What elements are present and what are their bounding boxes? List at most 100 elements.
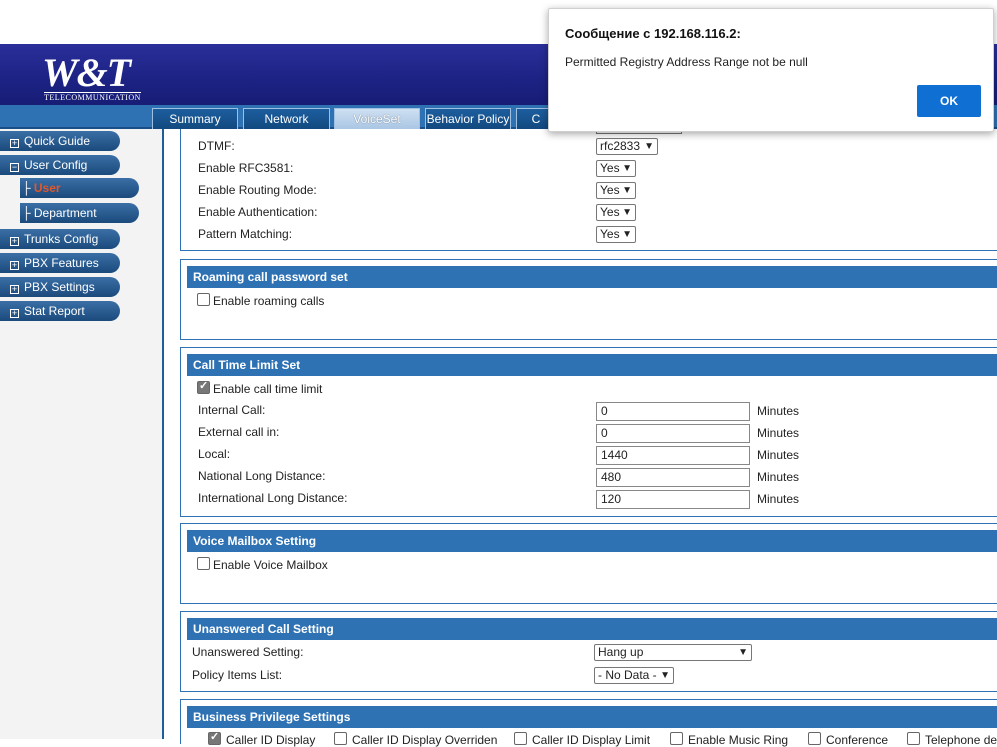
tab-network[interactable]: Network: [243, 108, 330, 129]
rfc3581-label: Enable RFC3581:: [198, 161, 294, 175]
internal-call-label: Internal Call:: [198, 403, 266, 417]
chevron-down-icon: ▼: [622, 207, 632, 218]
minutes-unit: Minutes: [757, 492, 800, 506]
tab-voiceset[interactable]: VoiceSet: [334, 108, 420, 129]
telephone-label: Telephone de: [925, 733, 997, 747]
sidebar-subitem-user[interactable]: ├ User: [20, 178, 139, 198]
unanswered-call-title: Unanswered Call Setting: [187, 618, 997, 640]
voice-mailbox-title: Voice Mailbox Setting: [187, 530, 997, 552]
unanswered-setting-select[interactable]: Hang up ▼: [594, 644, 752, 661]
call-time-limit-checkbox-label: Enable call time limit: [213, 382, 323, 396]
roaming-panel: Roaming call password set Enable roaming…: [180, 259, 997, 340]
caller-id-limit-label: Caller ID Display Limit: [532, 733, 651, 747]
sidebar: + Quick Guide − User Config ├ User ├ Depar…: [0, 129, 164, 739]
sidebar-item-user-config[interactable]: − User Config: [0, 155, 120, 175]
sidebar-item-label: Trunks Config: [24, 232, 99, 246]
internal-call-input[interactable]: 0: [596, 402, 750, 421]
roaming-panel-title: Roaming call password set: [187, 266, 997, 288]
tree-branch-icon: ├: [22, 206, 31, 220]
general-settings-panel: DTMF: rfc2833 ▼ Enable RFC3581: Yes ▼ Enab…: [180, 129, 997, 251]
sidebar-item-pbx-settings[interactable]: + PBX Settings: [0, 277, 120, 297]
rfc3581-select[interactable]: Yes ▼: [596, 160, 636, 177]
roaming-checkbox[interactable]: [197, 293, 210, 306]
minutes-unit: Minutes: [757, 448, 800, 462]
business-privilege-title: Business Privilege Settings: [187, 706, 997, 728]
chevron-down-icon: ▼: [622, 185, 632, 196]
routing-mode-select[interactable]: Yes ▼: [596, 182, 636, 199]
sidebar-item-stat-report[interactable]: + Stat Report: [0, 301, 120, 321]
local-call-input[interactable]: 1440: [596, 446, 750, 465]
authentication-select[interactable]: Yes ▼: [596, 204, 636, 221]
policy-items-select[interactable]: - No Data - ▼: [594, 667, 674, 684]
plus-box-icon: +: [10, 308, 19, 318]
unanswered-call-panel: Unanswered Call Setting Unanswered Setti…: [180, 611, 997, 692]
authentication-select-value: Yes: [600, 205, 620, 219]
tree-branch-icon: ├: [22, 181, 31, 195]
national-long-distance-input[interactable]: 480: [596, 468, 750, 487]
policy-items-value: - No Data -: [598, 668, 657, 682]
external-call-in-input[interactable]: 0: [596, 424, 750, 443]
dtmf-select[interactable]: rfc2833 ▼: [596, 138, 658, 155]
logo-subtitle: TELECOMMUNICATION: [44, 92, 141, 102]
logo-mark: W&T: [42, 50, 131, 95]
call-time-limit-checkbox[interactable]: [197, 379, 210, 394]
sidebar-item-label: User Config: [24, 158, 88, 172]
chevron-down-icon: ▼: [622, 163, 632, 174]
sidebar-item-label: Quick Guide: [24, 134, 91, 148]
chevron-down-icon: ▼: [644, 141, 654, 152]
policy-items-label: Policy Items List:: [192, 668, 283, 682]
company-logo: W&T TELECOMMUNICATION: [42, 50, 141, 102]
chevron-down-icon: ▼: [738, 647, 748, 658]
dtmf-label: DTMF:: [198, 139, 235, 153]
sidebar-item-label: Stat Report: [24, 304, 85, 318]
sidebar-subitem-label: Department: [33, 206, 97, 220]
sidebar-subitem-department[interactable]: ├ Department: [20, 203, 139, 223]
dtmf-select-value: rfc2833: [600, 139, 641, 153]
chevron-down-icon: ▼: [622, 229, 632, 240]
caller-id-overriden-label: Caller ID Display Overriden: [352, 733, 498, 747]
routing-mode-select-value: Yes: [600, 183, 620, 197]
tab-behavior-policy[interactable]: Behavior Policy: [425, 108, 511, 129]
roaming-checkbox-label: Enable roaming calls: [213, 294, 325, 308]
sidebar-subitem-label: User: [33, 181, 61, 195]
sidebar-item-quick-guide[interactable]: + Quick Guide: [0, 131, 120, 151]
music-ring-label: Enable Music Ring: [688, 733, 789, 747]
dialog-ok-button[interactable]: OK: [917, 85, 981, 117]
minutes-unit: Minutes: [757, 404, 800, 418]
alert-dialog: Сообщение с 192.168.116.2: Permitted Reg…: [548, 8, 994, 132]
tab-summary[interactable]: Summary: [152, 108, 238, 129]
business-privilege-panel: Business Privilege Settings Caller ID Di…: [180, 699, 997, 747]
sidebar-item-trunks-config[interactable]: + Trunks Config: [0, 229, 120, 249]
international-long-distance-input[interactable]: 120: [596, 490, 750, 509]
sidebar-item-label: PBX Settings: [24, 280, 95, 294]
unanswered-setting-label: Unanswered Setting:: [192, 645, 304, 659]
unanswered-setting-value: Hang up: [598, 645, 644, 659]
plus-box-icon: +: [10, 284, 19, 294]
rfc3581-select-value: Yes: [600, 161, 620, 175]
plus-box-icon: +: [10, 138, 19, 148]
call-time-limit-panel: Call Time Limit Set Enable call time lim…: [180, 347, 997, 517]
chevron-down-icon: ▼: [660, 670, 670, 681]
dialog-title: Сообщение с 192.168.116.2:: [565, 26, 741, 41]
sidebar-item-label: PBX Features: [24, 256, 99, 270]
sidebar-item-pbx-features[interactable]: + PBX Features: [0, 253, 120, 273]
minutes-unit: Minutes: [757, 470, 800, 484]
minutes-unit: Minutes: [757, 426, 800, 440]
pattern-matching-select[interactable]: Yes ▼: [596, 226, 636, 243]
plus-box-icon: +: [10, 260, 19, 270]
pattern-matching-label: Pattern Matching:: [198, 227, 293, 241]
authentication-label: Enable Authentication:: [198, 205, 318, 219]
plus-box-icon: +: [10, 236, 19, 246]
minus-box-icon: −: [10, 162, 19, 172]
national-long-distance-label: National Long Distance:: [198, 469, 326, 483]
conference-label: Conference: [826, 733, 889, 747]
local-call-label: Local:: [198, 447, 231, 461]
call-time-limit-title: Call Time Limit Set: [187, 354, 997, 376]
external-call-in-label: External call in:: [198, 425, 280, 439]
voice-mailbox-checkbox-label: Enable Voice Mailbox: [213, 558, 328, 572]
voice-mailbox-checkbox[interactable]: [197, 557, 210, 570]
voice-mailbox-panel: Voice Mailbox Setting Enable Voice Mailb…: [180, 523, 997, 604]
international-long-distance-label: International Long Distance:: [198, 491, 348, 505]
dialog-message: Permitted Registry Address Range not be …: [565, 55, 808, 69]
caller-id-display-label: Caller ID Display: [226, 733, 316, 747]
